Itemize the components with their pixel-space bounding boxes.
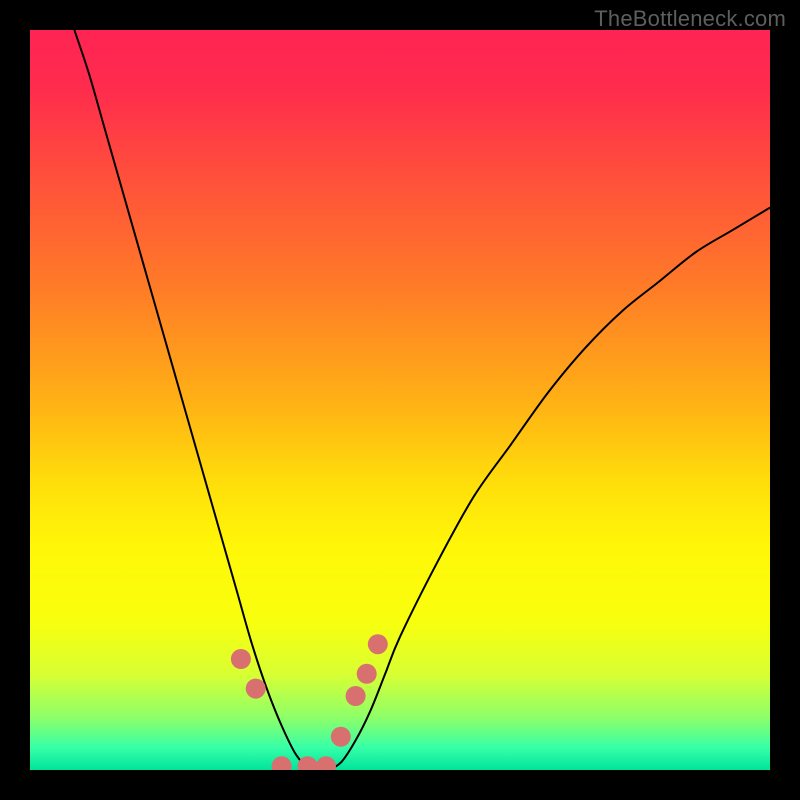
marker-point [357, 664, 377, 684]
marker-point [331, 727, 351, 747]
chart-svg [30, 30, 770, 770]
gradient-background [30, 30, 770, 770]
marker-point [246, 679, 266, 699]
marker-point [346, 686, 366, 706]
chart-frame: TheBottleneck.com [0, 0, 800, 800]
chart-plot-area [30, 30, 770, 770]
marker-point [231, 649, 251, 669]
marker-point [368, 634, 388, 654]
watermark-label: TheBottleneck.com [594, 6, 786, 32]
